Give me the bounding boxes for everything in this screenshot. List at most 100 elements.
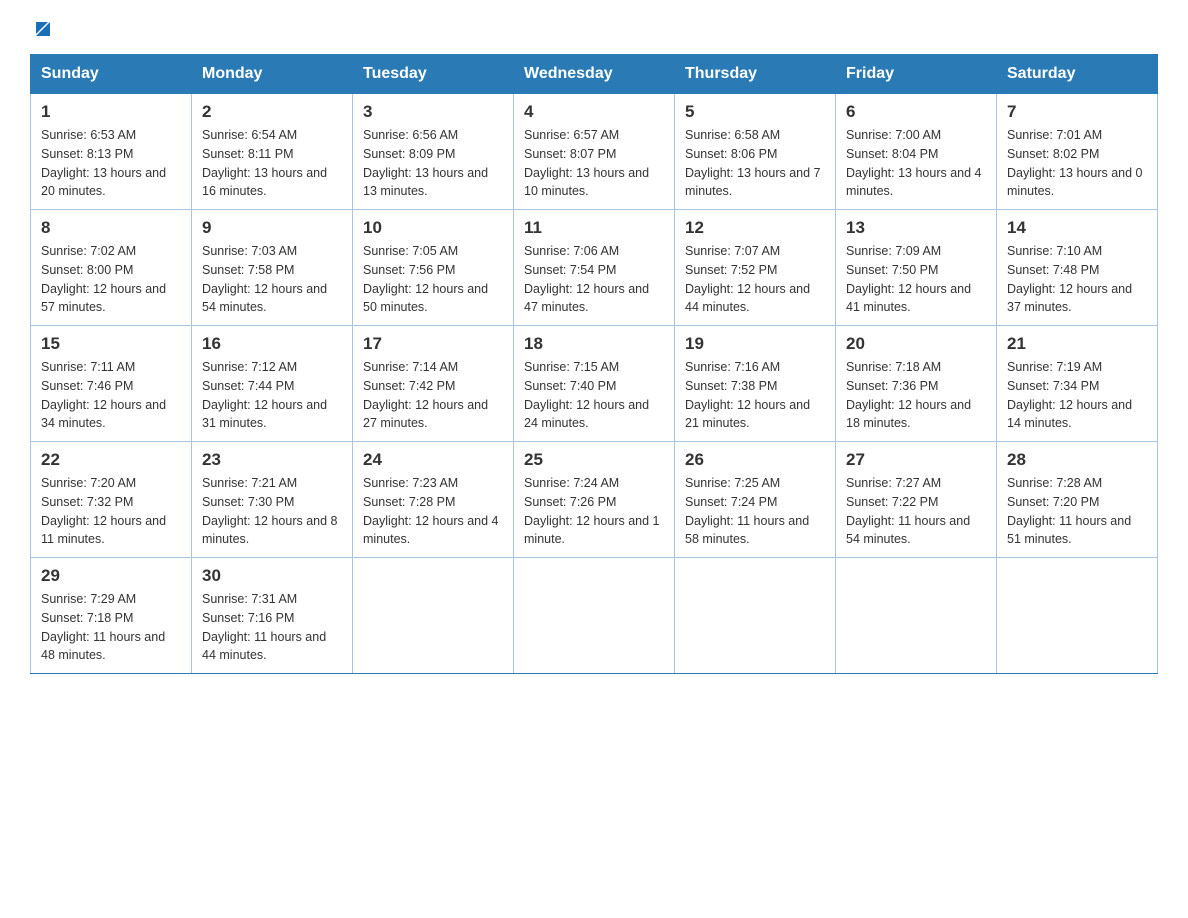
day-number: 26 [685,450,825,470]
calendar-cell: 22 Sunrise: 7:20 AMSunset: 7:32 PMDaylig… [31,442,192,558]
day-number: 14 [1007,218,1147,238]
day-number: 28 [1007,450,1147,470]
calendar-cell: 16 Sunrise: 7:12 AMSunset: 7:44 PMDaylig… [192,326,353,442]
logo [30,20,54,36]
calendar-cell [997,558,1158,674]
calendar-cell: 24 Sunrise: 7:23 AMSunset: 7:28 PMDaylig… [353,442,514,558]
day-number: 5 [685,102,825,122]
header-monday: Monday [192,55,353,94]
day-number: 11 [524,218,664,238]
day-info: Sunrise: 7:16 AMSunset: 7:38 PMDaylight:… [685,358,825,433]
day-info: Sunrise: 6:58 AMSunset: 8:06 PMDaylight:… [685,126,825,201]
calendar-cell: 13 Sunrise: 7:09 AMSunset: 7:50 PMDaylig… [836,210,997,326]
day-info: Sunrise: 7:31 AMSunset: 7:16 PMDaylight:… [202,590,342,665]
calendar-cell: 20 Sunrise: 7:18 AMSunset: 7:36 PMDaylig… [836,326,997,442]
day-number: 29 [41,566,181,586]
day-number: 22 [41,450,181,470]
calendar-week-5: 29 Sunrise: 7:29 AMSunset: 7:18 PMDaylig… [31,558,1158,674]
calendar-cell: 7 Sunrise: 7:01 AMSunset: 8:02 PMDayligh… [997,94,1158,210]
calendar-cell: 1 Sunrise: 6:53 AMSunset: 8:13 PMDayligh… [31,94,192,210]
calendar-cell: 27 Sunrise: 7:27 AMSunset: 7:22 PMDaylig… [836,442,997,558]
day-number: 4 [524,102,664,122]
day-info: Sunrise: 7:23 AMSunset: 7:28 PMDaylight:… [363,474,503,549]
day-info: Sunrise: 7:11 AMSunset: 7:46 PMDaylight:… [41,358,181,433]
day-info: Sunrise: 6:56 AMSunset: 8:09 PMDaylight:… [363,126,503,201]
header-thursday: Thursday [675,55,836,94]
calendar-cell: 30 Sunrise: 7:31 AMSunset: 7:16 PMDaylig… [192,558,353,674]
day-info: Sunrise: 7:27 AMSunset: 7:22 PMDaylight:… [846,474,986,549]
day-info: Sunrise: 6:53 AMSunset: 8:13 PMDaylight:… [41,126,181,201]
calendar-cell: 18 Sunrise: 7:15 AMSunset: 7:40 PMDaylig… [514,326,675,442]
calendar-cell: 9 Sunrise: 7:03 AMSunset: 7:58 PMDayligh… [192,210,353,326]
day-info: Sunrise: 7:24 AMSunset: 7:26 PMDaylight:… [524,474,664,549]
calendar-week-1: 1 Sunrise: 6:53 AMSunset: 8:13 PMDayligh… [31,94,1158,210]
day-number: 27 [846,450,986,470]
day-info: Sunrise: 7:18 AMSunset: 7:36 PMDaylight:… [846,358,986,433]
day-info: Sunrise: 7:12 AMSunset: 7:44 PMDaylight:… [202,358,342,433]
day-info: Sunrise: 6:57 AMSunset: 8:07 PMDaylight:… [524,126,664,201]
day-info: Sunrise: 7:21 AMSunset: 7:30 PMDaylight:… [202,474,342,549]
header-friday: Friday [836,55,997,94]
day-number: 21 [1007,334,1147,354]
calendar-cell [353,558,514,674]
calendar-cell: 10 Sunrise: 7:05 AMSunset: 7:56 PMDaylig… [353,210,514,326]
calendar-cell: 5 Sunrise: 6:58 AMSunset: 8:06 PMDayligh… [675,94,836,210]
calendar-cell [514,558,675,674]
day-number: 3 [363,102,503,122]
day-info: Sunrise: 7:09 AMSunset: 7:50 PMDaylight:… [846,242,986,317]
calendar-cell: 15 Sunrise: 7:11 AMSunset: 7:46 PMDaylig… [31,326,192,442]
calendar-cell: 28 Sunrise: 7:28 AMSunset: 7:20 PMDaylig… [997,442,1158,558]
day-info: Sunrise: 7:15 AMSunset: 7:40 PMDaylight:… [524,358,664,433]
day-number: 12 [685,218,825,238]
logo-triangle-icon [32,18,54,40]
day-info: Sunrise: 7:03 AMSunset: 7:58 PMDaylight:… [202,242,342,317]
day-info: Sunrise: 7:00 AMSunset: 8:04 PMDaylight:… [846,126,986,201]
day-number: 20 [846,334,986,354]
calendar-cell: 21 Sunrise: 7:19 AMSunset: 7:34 PMDaylig… [997,326,1158,442]
day-info: Sunrise: 6:54 AMSunset: 8:11 PMDaylight:… [202,126,342,201]
header-saturday: Saturday [997,55,1158,94]
day-number: 23 [202,450,342,470]
calendar-cell [836,558,997,674]
day-number: 9 [202,218,342,238]
day-info: Sunrise: 7:10 AMSunset: 7:48 PMDaylight:… [1007,242,1147,317]
calendar-cell: 6 Sunrise: 7:00 AMSunset: 8:04 PMDayligh… [836,94,997,210]
calendar-cell [675,558,836,674]
calendar-cell: 12 Sunrise: 7:07 AMSunset: 7:52 PMDaylig… [675,210,836,326]
day-number: 17 [363,334,503,354]
day-number: 25 [524,450,664,470]
day-number: 30 [202,566,342,586]
calendar-cell: 2 Sunrise: 6:54 AMSunset: 8:11 PMDayligh… [192,94,353,210]
day-number: 8 [41,218,181,238]
calendar-cell: 25 Sunrise: 7:24 AMSunset: 7:26 PMDaylig… [514,442,675,558]
day-number: 19 [685,334,825,354]
day-info: Sunrise: 7:02 AMSunset: 8:00 PMDaylight:… [41,242,181,317]
header-tuesday: Tuesday [353,55,514,94]
day-info: Sunrise: 7:28 AMSunset: 7:20 PMDaylight:… [1007,474,1147,549]
page-header [30,20,1158,36]
calendar-cell: 14 Sunrise: 7:10 AMSunset: 7:48 PMDaylig… [997,210,1158,326]
day-info: Sunrise: 7:20 AMSunset: 7:32 PMDaylight:… [41,474,181,549]
calendar-cell: 29 Sunrise: 7:29 AMSunset: 7:18 PMDaylig… [31,558,192,674]
day-info: Sunrise: 7:19 AMSunset: 7:34 PMDaylight:… [1007,358,1147,433]
calendar-cell: 8 Sunrise: 7:02 AMSunset: 8:00 PMDayligh… [31,210,192,326]
day-number: 2 [202,102,342,122]
day-info: Sunrise: 7:07 AMSunset: 7:52 PMDaylight:… [685,242,825,317]
day-info: Sunrise: 7:01 AMSunset: 8:02 PMDaylight:… [1007,126,1147,201]
day-info: Sunrise: 7:25 AMSunset: 7:24 PMDaylight:… [685,474,825,549]
day-number: 1 [41,102,181,122]
day-info: Sunrise: 7:06 AMSunset: 7:54 PMDaylight:… [524,242,664,317]
day-number: 6 [846,102,986,122]
header-sunday: Sunday [31,55,192,94]
day-info: Sunrise: 7:29 AMSunset: 7:18 PMDaylight:… [41,590,181,665]
calendar-cell: 4 Sunrise: 6:57 AMSunset: 8:07 PMDayligh… [514,94,675,210]
day-number: 13 [846,218,986,238]
calendar-week-4: 22 Sunrise: 7:20 AMSunset: 7:32 PMDaylig… [31,442,1158,558]
header-row: Sunday Monday Tuesday Wednesday Thursday… [31,55,1158,94]
day-info: Sunrise: 7:14 AMSunset: 7:42 PMDaylight:… [363,358,503,433]
day-number: 18 [524,334,664,354]
calendar-cell: 23 Sunrise: 7:21 AMSunset: 7:30 PMDaylig… [192,442,353,558]
header-wednesday: Wednesday [514,55,675,94]
calendar-table: Sunday Monday Tuesday Wednesday Thursday… [30,54,1158,674]
calendar-cell: 26 Sunrise: 7:25 AMSunset: 7:24 PMDaylig… [675,442,836,558]
